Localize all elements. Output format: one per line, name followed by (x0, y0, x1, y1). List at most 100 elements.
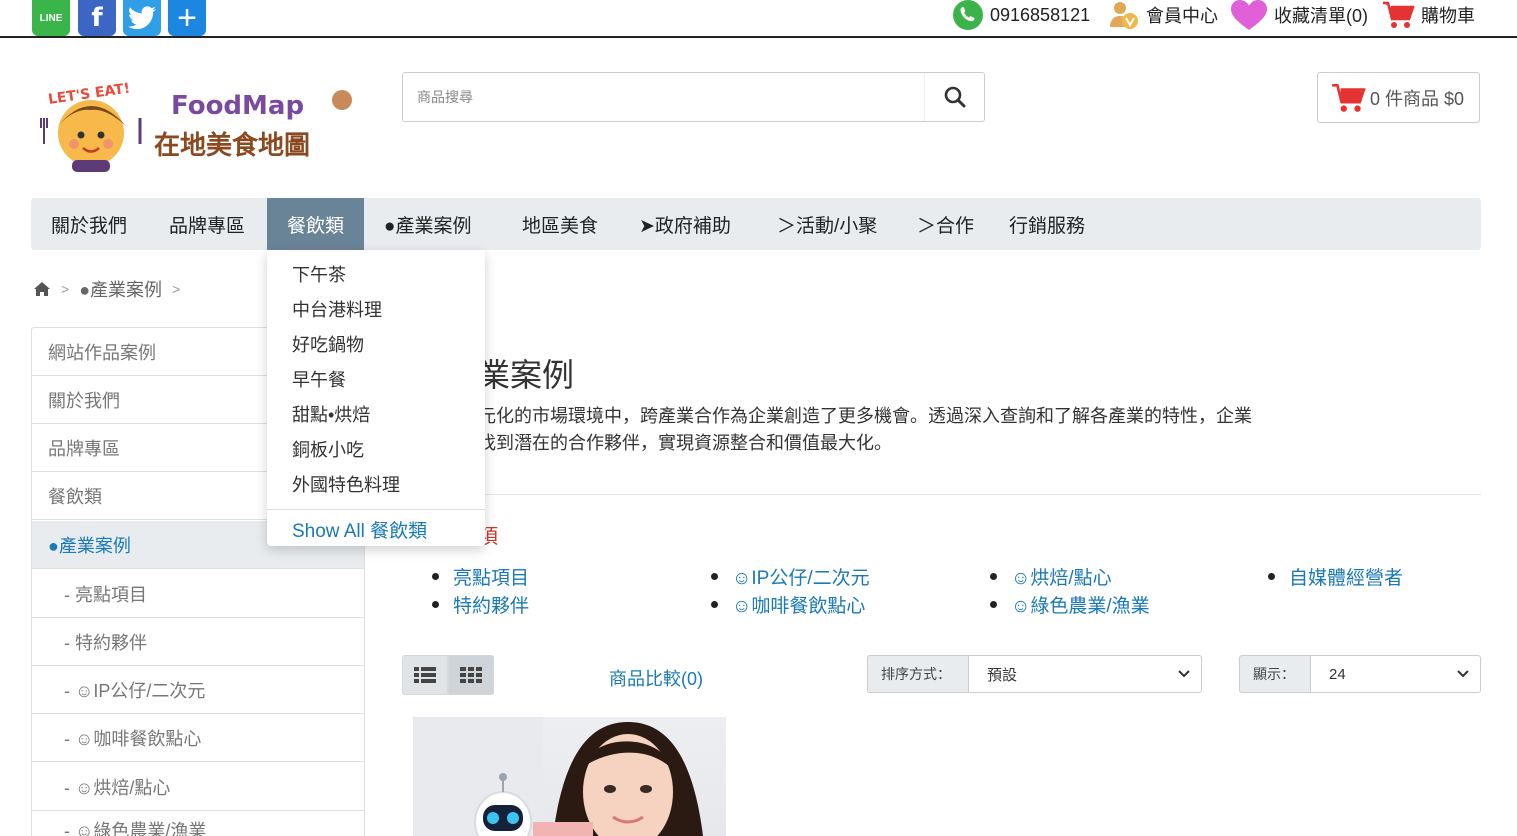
logo-chinese-text: 在地美食地圖 (154, 130, 310, 161)
description-line: 元化的市場環境中，跨產業合作為企業創造了更多機會。透過深入查詢和了解各產業的特性… (478, 406, 1252, 426)
sidebar-item-bakery[interactable]: - ☺烘焙/點心 (32, 763, 364, 811)
wishlist-link[interactable]: 收藏清單(0) (1230, 0, 1368, 30)
sidebar-item-partners[interactable]: - 特約夥伴 (32, 618, 364, 666)
description-line: 找到潛在的合作夥伴，實現資源整合和價值最大化。 (478, 433, 892, 453)
dropdown-item-hotpot[interactable]: 好吃鍋物 (292, 331, 364, 357)
sort-selected-value: 預設 (987, 666, 1018, 684)
mini-cart-button[interactable]: 0 件商品 $0 (1317, 72, 1480, 123)
bullet-icon (711, 573, 718, 580)
sidebar-item-agriculture[interactable]: - ☺綠色農業/漁業 (32, 811, 364, 836)
dropdown-item-street-snacks[interactable]: 銅板小吃 (292, 436, 364, 462)
facebook-share-button[interactable]: f (78, 0, 116, 36)
dropdown-item-dessert-bakery[interactable]: 甜點•烘焙 (292, 401, 370, 427)
search-box (402, 72, 985, 122)
bullet-icon (432, 573, 439, 580)
subcategory-link[interactable]: ☺綠色農業/漁業 (990, 591, 1150, 618)
food-dropdown-menu: 下午茶 中台港料理 好吃鍋物 早午餐 甜點•烘焙 銅板小吃 外國特色料理 Sho… (267, 250, 485, 546)
bullet-icon (990, 573, 997, 580)
nav-events[interactable]: ＞活動/小聚 (757, 198, 897, 250)
mini-cart-label: 0 件商品 $0 (1370, 88, 1465, 109)
plus-icon: + (177, 0, 197, 37)
subcategory-link[interactable]: ☺烘焙/點心 (990, 563, 1112, 590)
grid-view-button[interactable] (448, 655, 494, 695)
facebook-icon: f (91, 3, 103, 33)
more-share-button[interactable]: + (168, 0, 206, 37)
subcategory-link[interactable]: ☺IP公仔/二次元 (711, 563, 870, 590)
nav-about[interactable]: 關於我們 (31, 198, 147, 250)
cart-link[interactable]: 購物車 (1381, 0, 1475, 30)
chevron-down-icon (1178, 670, 1190, 678)
main-nav: 關於我們 品牌專區 餐飲類 ●產業案例 地區美食 ➤政府補助 ＞活動/小聚 ＞合… (31, 198, 1481, 250)
nav-local-food[interactable]: 地區美食 (502, 198, 618, 250)
view-toggle (402, 655, 494, 695)
nav-marketing[interactable]: 行銷服務 (989, 198, 1105, 250)
breadcrumb: > ●產業案例 > (33, 276, 190, 302)
phone-link[interactable]: 0916858121 (952, 0, 1090, 30)
list-icon (414, 667, 436, 683)
show-label: 顯示： (1239, 655, 1311, 693)
subcategory-link[interactable]: 自媒體經營者 (1268, 563, 1403, 590)
nav-industry-cases[interactable]: ●產業案例 (364, 198, 491, 250)
nav-government-subsidy[interactable]: ➤政府補助 (619, 198, 751, 250)
member-center-label: 會員中心 (1146, 6, 1218, 26)
site-logo[interactable]: LET'S EAT! FoodMap 在地美食地圖 (36, 78, 356, 178)
sidebar-item-coffee-snacks[interactable]: - ☺咖啡餐飲點心 (32, 714, 364, 762)
search-button[interactable] (924, 73, 984, 121)
nav-food[interactable]: 餐飲類 (267, 198, 364, 250)
content-divider (400, 494, 1481, 495)
dropdown-item-chinese-cuisine[interactable]: 中台港料理 (292, 296, 382, 322)
show-count-selected-value: 24 (1329, 665, 1346, 683)
subcategory-link-label: ☺烘焙/點心 (1011, 568, 1112, 589)
subcategory-link-label: ☺IP公仔/二次元 (732, 568, 870, 589)
sort-label: 排序方式： (867, 655, 969, 693)
product-compare-link[interactable]: 商品比較(0) (609, 665, 703, 691)
product-image[interactable] (413, 717, 726, 836)
subcategory-link[interactable]: 亮點項目 (432, 563, 529, 590)
bullet-icon (711, 601, 718, 608)
bullet-icon (1268, 573, 1275, 580)
subcategory-link[interactable]: 特約夥伴 (432, 591, 529, 618)
line-icon: LINE (39, 12, 63, 24)
phone-icon (953, 0, 983, 30)
subcategory-link[interactable]: ☺咖啡餐飲點心 (711, 591, 865, 618)
page-description: 元化的市場環境中，跨產業合作為企業創造了更多機會。透過深入查詢和了解各產業的特性… (478, 403, 1288, 457)
cart-label: 購物車 (1421, 6, 1475, 26)
search-input[interactable] (403, 73, 923, 121)
dropdown-item-foreign-cuisine[interactable]: 外國特色料理 (292, 471, 400, 497)
breadcrumb-separator-icon: > (61, 281, 70, 297)
nav-brand[interactable]: 品牌專區 (149, 198, 265, 250)
bullet-icon (990, 601, 997, 608)
logo-foodmap-text: FoodMap (171, 91, 304, 121)
show-count-select[interactable]: 24 (1310, 655, 1481, 693)
chevron-down-icon (1457, 670, 1469, 678)
grid-icon (460, 667, 482, 683)
dropdown-item-afternoon-tea[interactable]: 下午茶 (292, 261, 346, 287)
list-view-button[interactable] (402, 655, 448, 695)
wishlist-label: 收藏清單(0) (1274, 6, 1368, 26)
phone-number: 0916858121 (990, 4, 1091, 25)
bullet-icon (432, 601, 439, 608)
twitter-icon (128, 6, 156, 30)
cart-icon (1332, 83, 1366, 112)
subcategory-link-label: ☺綠色農業/漁業 (1011, 596, 1150, 617)
twitter-share-button[interactable] (123, 0, 161, 36)
sort-select[interactable]: 預設 (968, 655, 1202, 693)
breadcrumb-separator-icon: > (172, 281, 181, 297)
dropdown-show-all[interactable]: Show All 餐飲類 (292, 516, 427, 543)
heart-icon (1231, 0, 1267, 30)
subcategory-link-label: ☺咖啡餐飲點心 (732, 596, 866, 617)
subcategory-link-label: 亮點項目 (453, 568, 530, 589)
page-title: 業案例 (478, 357, 575, 393)
member-center-link[interactable]: 會員中心 (1108, 0, 1218, 30)
breadcrumb-current[interactable]: ●產業案例 (79, 276, 162, 302)
dropdown-item-brunch[interactable]: 早午餐 (292, 366, 346, 392)
sidebar-item-ip-figures[interactable]: - ☺IP公仔/二次元 (32, 666, 364, 714)
sidebar-item-highlights[interactable]: - 亮點項目 (32, 570, 364, 618)
line-share-button[interactable]: LINE (32, 0, 70, 36)
member-icon (1110, 2, 1138, 29)
nav-cooperation[interactable]: ＞合作 (897, 198, 994, 250)
subcategory-link-label: 特約夥伴 (453, 596, 530, 617)
search-icon (944, 86, 965, 108)
home-icon[interactable] (33, 281, 51, 297)
subcategory-link-label: 自媒體經營者 (1289, 568, 1404, 589)
